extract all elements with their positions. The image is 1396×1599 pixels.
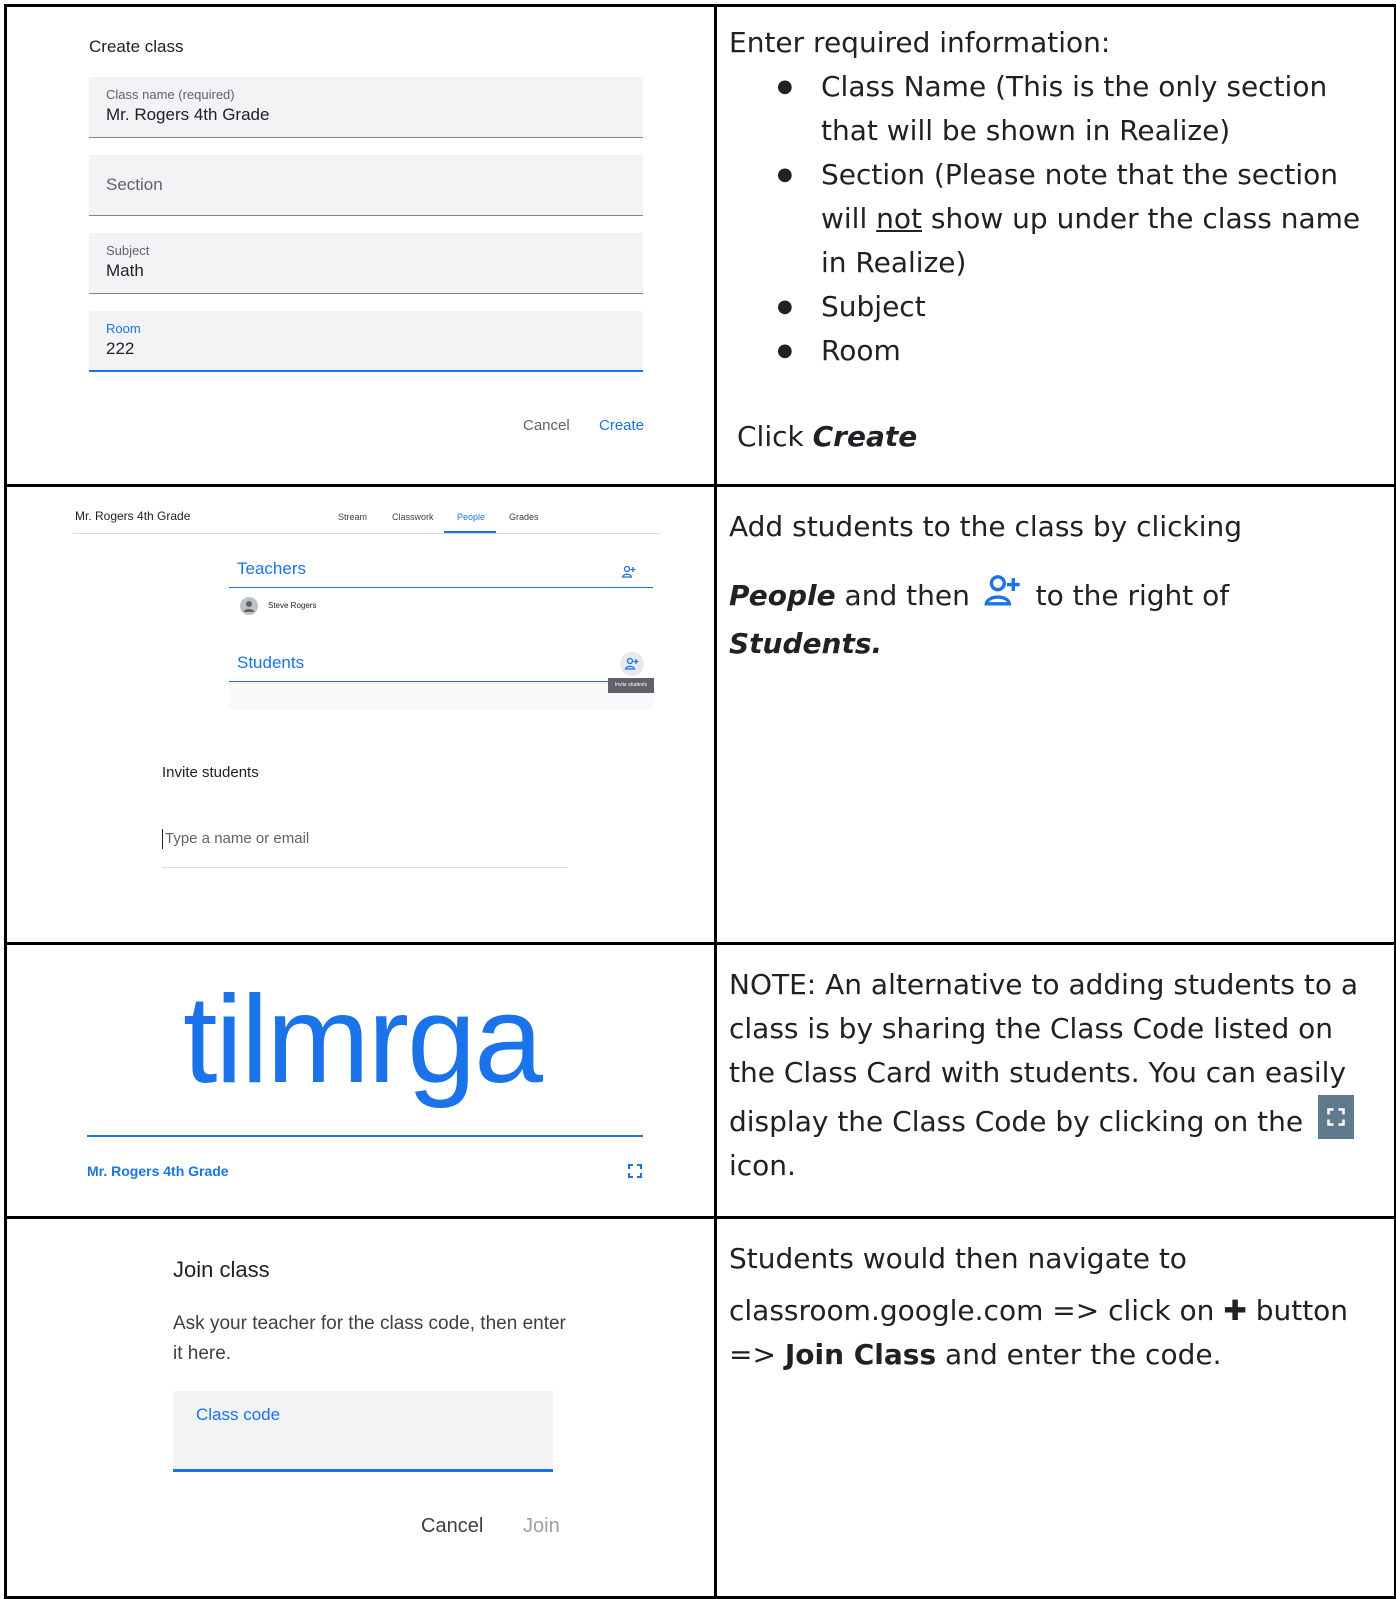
field-label: Subject [106,243,150,258]
class-code-field[interactable]: Class code [173,1391,553,1472]
teachers-heading: Teachers [237,559,306,578]
class-card-name: Mr. Rogers 4th Grade [87,1163,229,1179]
create-class-screenshot-cell: Create class Class name (required) Mr. R… [4,4,717,487]
add-students-line2: People and then to the right of [729,573,1384,622]
instruction-text: Click [737,420,813,453]
field-label: Room [106,321,141,336]
instruction-text: and then [835,579,979,612]
create-button[interactable]: Create [599,417,644,434]
class-code-display: tilmrga [182,971,543,1109]
people-screenshot-cell: Mr. Rogers 4th Grade Stream Classwork Pe… [4,484,717,945]
invite-input[interactable]: Type a name or email [162,827,568,868]
join-class-screenshot-cell: Join class Ask your teacher for the clas… [4,1216,717,1599]
header-divider [73,533,659,534]
tab-people[interactable]: People [457,512,485,522]
add-person-icon [624,657,639,670]
fullscreen-icon [1317,1095,1354,1139]
person-icon [243,601,255,612]
instruction-text: classroom.google.com => click on [729,1294,1224,1327]
emphasis-text: People [729,579,836,612]
people-instructions-cell: Add students to the class by clicking Pe… [714,484,1396,945]
bullet-room: Room [777,329,1384,373]
navigate-instructions: classroom.google.com => click on ✚ butto… [729,1289,1384,1377]
join-dialog-title: Join class [173,1257,270,1282]
section-field[interactable]: Section [89,155,643,216]
field-value: Math [106,261,144,280]
join-dialog-body: Ask your teacher for the class code, the… [173,1313,566,1364]
underlined-text: not [876,202,922,235]
avatar [240,597,258,615]
emphasis-text: Students. [729,627,883,660]
add-person-icon [979,573,1027,622]
students-heading: Students [237,653,305,672]
instruction-table: Create class Class name (required) Mr. R… [4,4,1396,1599]
field-label: Class name (required) [106,87,235,102]
fullscreen-icon[interactable] [627,1163,643,1184]
invite-placeholder: Type a name or email [165,830,310,847]
emphasis-text: Join Class [784,1338,937,1371]
cancel-button[interactable]: Cancel [421,1515,483,1538]
teachers-divider [229,587,653,588]
instructions-title: Enter required information: [729,26,1111,59]
bullet-section: Section (Please note that the section wi… [777,153,1384,285]
tooltip: Invite students [608,678,654,693]
create-class-instructions-cell: Enter required information: Class Name (… [714,4,1396,487]
code-divider [87,1135,643,1137]
instruction-text: to the right of [1026,579,1230,612]
subject-field[interactable]: Subject Math [89,233,643,294]
bullet-subject: Subject [777,285,1384,329]
invite-dialog-title: Invite students [162,764,259,781]
text-cursor [162,829,163,849]
dialog-title: Create class [89,37,184,56]
invite-students-button[interactable] [620,652,644,676]
tab-stream[interactable]: Stream [338,512,367,522]
class-code-label: Class code [196,1405,281,1424]
tab-classwork[interactable]: Classwork [392,512,434,522]
add-teacher-icon[interactable] [621,565,637,584]
tab-grades[interactable]: Grades [509,512,539,522]
cancel-button[interactable]: Cancel [523,417,570,434]
emphasis-text: Create [812,420,918,453]
join-button[interactable]: Join [523,1515,560,1538]
students-list-area [229,683,653,709]
note-text-suffix: icon. [729,1149,796,1182]
room-field[interactable]: Room 222 [89,311,643,372]
join-class-instructions-cell: Students would then navigate to classroo… [714,1216,1396,1599]
bullet-class-name: Class Name (This is the only section tha… [777,65,1384,153]
plus-icon: ✚ [1223,1294,1247,1327]
class-name-header: Mr. Rogers 4th Grade [75,509,191,523]
add-students-line3: Students. [729,622,1384,666]
class-code-screenshot-cell: tilmrga Mr. Rogers 4th Grade [4,942,717,1219]
navigate-text: Students would then navigate to [729,1242,1187,1275]
add-students-text: Add students to the class by clicking [729,510,1243,543]
students-divider [229,681,653,682]
note-text: NOTE: An alternative to adding students … [729,968,1359,1138]
field-value: 222 [106,339,135,358]
class-code-instructions-cell: NOTE: An alternative to adding students … [714,942,1396,1219]
required-fields-list: Class Name (This is the only section tha… [729,65,1384,373]
click-create-instruction: Click Create [729,415,1384,459]
class-name-field[interactable]: Class name (required) Mr. Rogers 4th Gra… [89,77,643,138]
field-value: Mr. Rogers 4th Grade [106,105,270,124]
field-placeholder: Section [106,175,163,194]
teacher-name: Steve Rogers [268,601,317,610]
instruction-text: and enter the code. [936,1338,1222,1371]
